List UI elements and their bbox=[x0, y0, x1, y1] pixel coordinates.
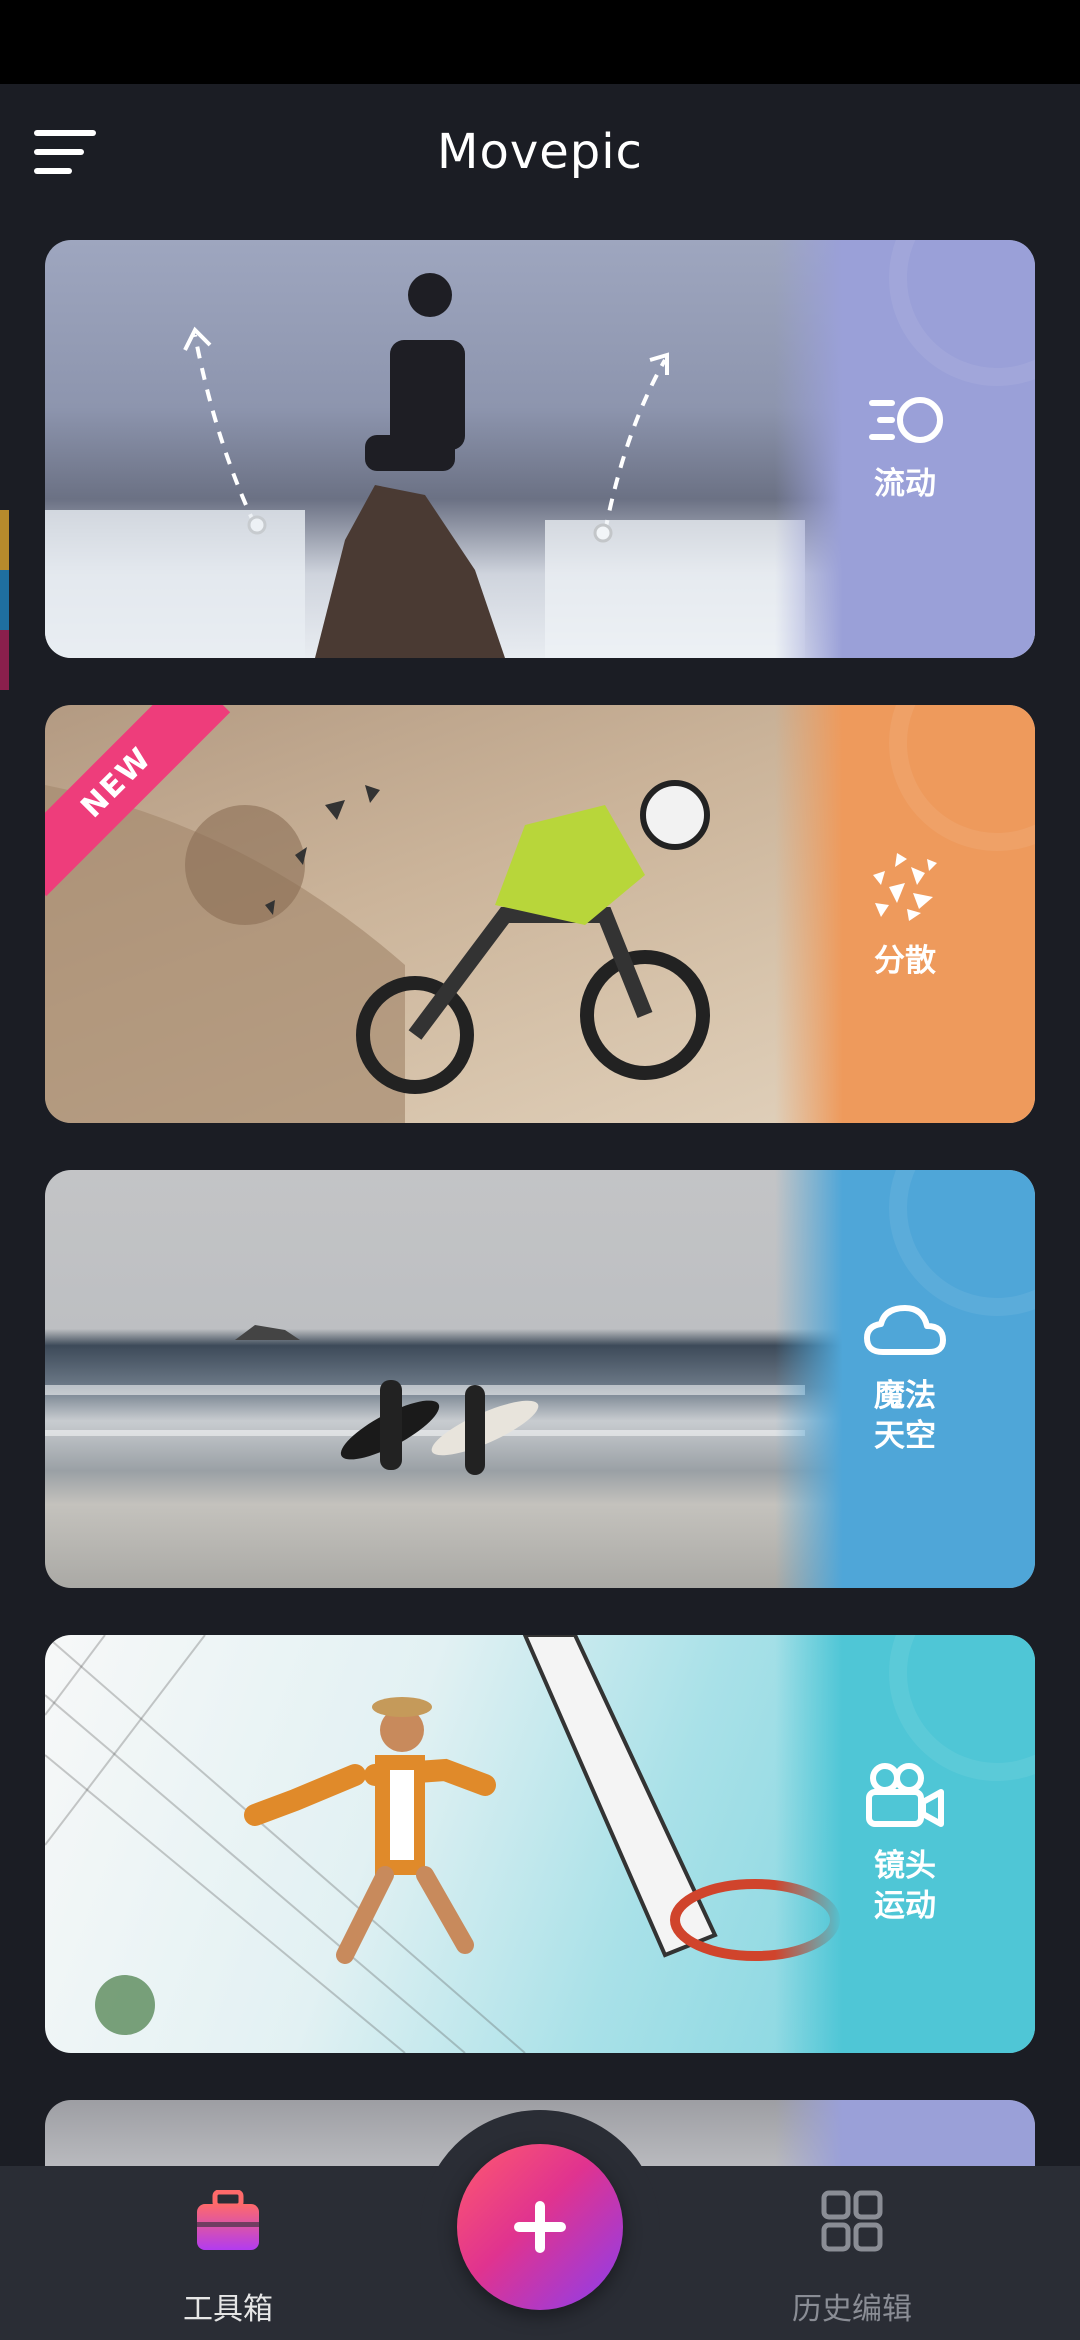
panel-decoration bbox=[889, 1635, 1035, 1781]
magic-sky-panel: 魔法 天空 bbox=[775, 1170, 1035, 1588]
camera-motion-panel: 镜头 运动 bbox=[775, 1635, 1035, 2053]
panel-decoration bbox=[889, 1170, 1035, 1316]
card-magic-sky[interactable]: 魔法 天空 bbox=[45, 1170, 1035, 1588]
card-flow[interactable]: 流动 bbox=[45, 240, 1035, 658]
flow-panel: 流动 bbox=[775, 240, 1035, 658]
status-bar bbox=[0, 0, 1080, 84]
card-label: 分散 bbox=[874, 943, 936, 979]
cloud-icon bbox=[864, 1305, 946, 1355]
grid-icon bbox=[821, 2190, 883, 2252]
nav-history-label: 历史编辑 bbox=[792, 2292, 912, 2327]
panel-decoration bbox=[889, 705, 1035, 851]
app-title: Movepic bbox=[437, 124, 643, 180]
side-tab-blue bbox=[0, 570, 9, 630]
nav-toolbox[interactable]: 工具箱 bbox=[118, 2166, 338, 2340]
video-camera-icon bbox=[866, 1763, 944, 1827]
card-label: 流动 bbox=[874, 466, 936, 502]
nav-toolbox-label: 工具箱 bbox=[183, 2292, 273, 2327]
plus-icon bbox=[514, 2201, 566, 2253]
card-label: 魔法 天空 bbox=[874, 1378, 936, 1454]
flow-icon bbox=[869, 397, 943, 443]
side-tab-gold bbox=[0, 510, 9, 570]
toolbox-icon bbox=[197, 2190, 259, 2250]
side-color-tabs bbox=[0, 510, 9, 690]
app-header: Movepic bbox=[0, 84, 1080, 234]
dispersion-panel: 分散 bbox=[775, 705, 1035, 1123]
panel-decoration bbox=[889, 240, 1035, 386]
side-tab-magenta bbox=[0, 630, 9, 690]
add-button[interactable] bbox=[457, 2144, 623, 2310]
dispersion-icon bbox=[873, 853, 937, 921]
nav-history[interactable]: 历史编辑 bbox=[742, 2166, 962, 2340]
card-label: 镜头 运动 bbox=[874, 1848, 936, 1924]
card-dispersion[interactable]: NEW 分散 bbox=[45, 705, 1035, 1123]
card-camera-motion[interactable]: 镜头 运动 bbox=[45, 1635, 1035, 2053]
